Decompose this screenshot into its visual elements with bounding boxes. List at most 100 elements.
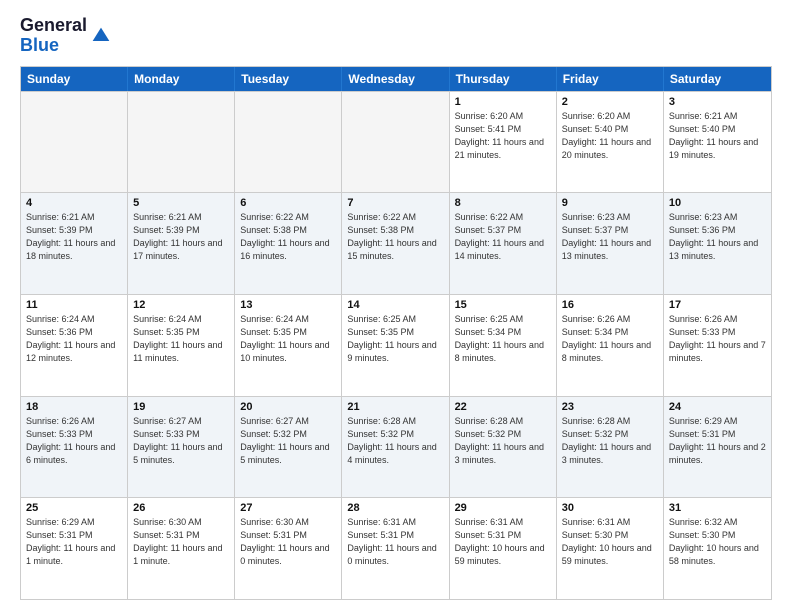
calendar-cell: 23 Sunrise: 6:28 AM Sunset: 5:32 PM Dayli… xyxy=(557,397,664,498)
day-detail: Sunrise: 6:24 AM Sunset: 5:35 PM Dayligh… xyxy=(133,313,229,365)
calendar-cell: 29Sunrise: 6:31 AM Sunset: 5:31 PM Dayli… xyxy=(450,498,557,599)
logo-blue: Blue xyxy=(20,35,59,55)
calendar-cell: 21 Sunrise: 6:28 AM Sunset: 5:32 PM Dayli… xyxy=(342,397,449,498)
day-number: 6 xyxy=(240,197,336,209)
day-detail: Sunrise: 6:30 AM Sunset: 5:31 PM Dayligh… xyxy=(240,516,336,568)
calendar-cell: 18Sunrise: 6:26 AM Sunset: 5:33 PM Dayli… xyxy=(21,397,128,498)
day-number: 19 xyxy=(133,401,229,413)
logo-icon xyxy=(91,26,111,46)
day-detail: Sunrise: 6:27 AM Sunset: 5:32 PM Dayligh… xyxy=(240,415,336,467)
day-detail: Sunrise: 6:22 AM Sunset: 5:38 PM Dayligh… xyxy=(240,211,336,263)
day-number: 8 xyxy=(455,197,551,209)
calendar-row: 25Sunrise: 6:29 AM Sunset: 5:31 PM Dayli… xyxy=(21,497,771,599)
day-number: 3 xyxy=(669,96,766,108)
day-number: 13 xyxy=(240,299,336,311)
calendar: SundayMondayTuesdayWednesdayThursdayFrid… xyxy=(20,66,772,600)
day-detail: Sunrise: 6:30 AM Sunset: 5:31 PM Dayligh… xyxy=(133,516,229,568)
day-number: 12 xyxy=(133,299,229,311)
day-detail: Sunrise: 6:28 AM Sunset: 5:32 PM Dayligh… xyxy=(347,415,443,467)
day-number: 21 xyxy=(347,401,443,413)
calendar-row: 11 Sunrise: 6:24 AM Sunset: 5:36 PM Dayli… xyxy=(21,294,771,396)
day-number: 22 xyxy=(455,401,551,413)
day-number: 29 xyxy=(455,502,551,514)
day-number: 7 xyxy=(347,197,443,209)
calendar-cell: 14 Sunrise: 6:25 AM Sunset: 5:35 PM Dayli… xyxy=(342,295,449,396)
calendar-cell: 13 Sunrise: 6:24 AM Sunset: 5:35 PM Dayli… xyxy=(235,295,342,396)
calendar-cell: 5 Sunrise: 6:21 AM Sunset: 5:39 PM Daylig… xyxy=(128,193,235,294)
calendar-cell xyxy=(128,92,235,193)
day-detail: Sunrise: 6:21 AM Sunset: 5:39 PM Dayligh… xyxy=(133,211,229,263)
calendar-cell: 25Sunrise: 6:29 AM Sunset: 5:31 PM Dayli… xyxy=(21,498,128,599)
day-detail: Sunrise: 6:27 AM Sunset: 5:33 PM Dayligh… xyxy=(133,415,229,467)
calendar-cell: 30 Sunrise: 6:31 AM Sunset: 5:30 PM Dayli… xyxy=(557,498,664,599)
calendar-cell: 22 Sunrise: 6:28 AM Sunset: 5:32 PM Dayli… xyxy=(450,397,557,498)
calendar-cell: 4Sunrise: 6:21 AM Sunset: 5:39 PM Daylig… xyxy=(21,193,128,294)
day-number: 17 xyxy=(669,299,766,311)
calendar-cell: 19 Sunrise: 6:27 AM Sunset: 5:33 PM Dayli… xyxy=(128,397,235,498)
calendar-cell: 7 Sunrise: 6:22 AM Sunset: 5:38 PM Daylig… xyxy=(342,193,449,294)
day-number: 16 xyxy=(562,299,658,311)
day-number: 1 xyxy=(455,96,551,108)
day-number: 23 xyxy=(562,401,658,413)
day-number: 11 xyxy=(26,299,122,311)
day-number: 15 xyxy=(455,299,551,311)
day-number: 24 xyxy=(669,401,766,413)
calendar-cell: 10 Sunrise: 6:23 AM Sunset: 5:36 PM Dayli… xyxy=(664,193,771,294)
calendar-cell: 31Sunrise: 6:32 AM Sunset: 5:30 PM Dayli… xyxy=(664,498,771,599)
calendar-cell: 8 Sunrise: 6:22 AM Sunset: 5:37 PM Daylig… xyxy=(450,193,557,294)
calendar-cell: 11 Sunrise: 6:24 AM Sunset: 5:36 PM Dayli… xyxy=(21,295,128,396)
day-detail: Sunrise: 6:24 AM Sunset: 5:36 PM Dayligh… xyxy=(26,313,122,365)
day-number: 14 xyxy=(347,299,443,311)
day-number: 5 xyxy=(133,197,229,209)
calendar-cell: 6 Sunrise: 6:22 AM Sunset: 5:38 PM Daylig… xyxy=(235,193,342,294)
day-detail: Sunrise: 6:28 AM Sunset: 5:32 PM Dayligh… xyxy=(562,415,658,467)
day-detail: Sunrise: 6:26 AM Sunset: 5:33 PM Dayligh… xyxy=(669,313,766,365)
logo-general: General xyxy=(20,15,87,35)
calendar-cell: 12 Sunrise: 6:24 AM Sunset: 5:35 PM Dayli… xyxy=(128,295,235,396)
calendar-header: SundayMondayTuesdayWednesdayThursdayFrid… xyxy=(21,67,771,91)
calendar-cell xyxy=(21,92,128,193)
day-detail: Sunrise: 6:25 AM Sunset: 5:35 PM Dayligh… xyxy=(347,313,443,365)
logo: General Blue xyxy=(20,16,111,56)
calendar-cell: 16 Sunrise: 6:26 AM Sunset: 5:34 PM Dayli… xyxy=(557,295,664,396)
weekday-header: Friday xyxy=(557,67,664,91)
day-detail: Sunrise: 6:22 AM Sunset: 5:38 PM Dayligh… xyxy=(347,211,443,263)
day-detail: Sunrise: 6:25 AM Sunset: 5:34 PM Dayligh… xyxy=(455,313,551,365)
calendar-cell: 9Sunrise: 6:23 AM Sunset: 5:37 PM Daylig… xyxy=(557,193,664,294)
calendar-cell xyxy=(342,92,449,193)
day-number: 10 xyxy=(669,197,766,209)
calendar-cell: 17 Sunrise: 6:26 AM Sunset: 5:33 PM Dayli… xyxy=(664,295,771,396)
calendar-cell: 26 Sunrise: 6:30 AM Sunset: 5:31 PM Dayli… xyxy=(128,498,235,599)
calendar-cell: 24 Sunrise: 6:29 AM Sunset: 5:31 PM Dayli… xyxy=(664,397,771,498)
day-detail: Sunrise: 6:31 AM Sunset: 5:31 PM Dayligh… xyxy=(347,516,443,568)
day-number: 31 xyxy=(669,502,766,514)
weekday-header: Sunday xyxy=(21,67,128,91)
day-number: 27 xyxy=(240,502,336,514)
calendar-row: 1 Sunrise: 6:20 AM Sunset: 5:41 PM Daylig… xyxy=(21,91,771,193)
day-detail: Sunrise: 6:29 AM Sunset: 5:31 PM Dayligh… xyxy=(669,415,766,467)
day-detail: Sunrise: 6:31 AM Sunset: 5:30 PM Dayligh… xyxy=(562,516,658,568)
day-detail: Sunrise: 6:21 AM Sunset: 5:40 PM Dayligh… xyxy=(669,110,766,162)
calendar-cell: 2Sunrise: 6:20 AM Sunset: 5:40 PM Daylig… xyxy=(557,92,664,193)
day-detail: Sunrise: 6:28 AM Sunset: 5:32 PM Dayligh… xyxy=(455,415,551,467)
day-detail: Sunrise: 6:24 AM Sunset: 5:35 PM Dayligh… xyxy=(240,313,336,365)
day-detail: Sunrise: 6:26 AM Sunset: 5:34 PM Dayligh… xyxy=(562,313,658,365)
calendar-cell: 20 Sunrise: 6:27 AM Sunset: 5:32 PM Dayli… xyxy=(235,397,342,498)
weekday-header: Monday xyxy=(128,67,235,91)
day-detail: Sunrise: 6:20 AM Sunset: 5:41 PM Dayligh… xyxy=(455,110,551,162)
weekday-header: Thursday xyxy=(450,67,557,91)
day-number: 20 xyxy=(240,401,336,413)
calendar-cell: 3 Sunrise: 6:21 AM Sunset: 5:40 PM Daylig… xyxy=(664,92,771,193)
day-detail: Sunrise: 6:26 AM Sunset: 5:33 PM Dayligh… xyxy=(26,415,122,467)
day-number: 28 xyxy=(347,502,443,514)
day-number: 26 xyxy=(133,502,229,514)
day-number: 30 xyxy=(562,502,658,514)
day-detail: Sunrise: 6:22 AM Sunset: 5:37 PM Dayligh… xyxy=(455,211,551,263)
day-number: 9 xyxy=(562,197,658,209)
page-header: General Blue xyxy=(20,16,772,56)
calendar-cell: 1 Sunrise: 6:20 AM Sunset: 5:41 PM Daylig… xyxy=(450,92,557,193)
day-number: 4 xyxy=(26,197,122,209)
calendar-body: 1 Sunrise: 6:20 AM Sunset: 5:41 PM Daylig… xyxy=(21,91,771,599)
day-detail: Sunrise: 6:23 AM Sunset: 5:36 PM Dayligh… xyxy=(669,211,766,263)
weekday-header: Saturday xyxy=(664,67,771,91)
